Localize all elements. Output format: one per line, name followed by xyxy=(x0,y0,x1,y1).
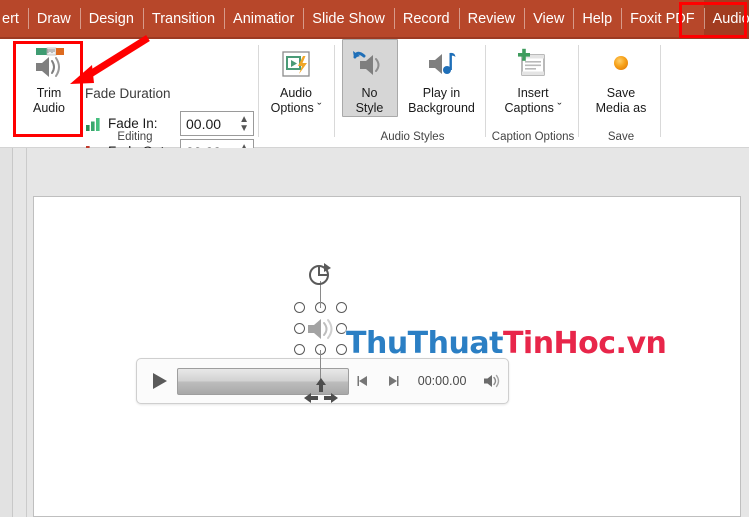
trim-audio-icon xyxy=(30,44,68,84)
trim-audio-button[interactable]: Trim Audio xyxy=(15,39,83,116)
ribbon-tab-bar: ert Draw Design Transition Animatior Sli… xyxy=(0,0,749,39)
group-separator xyxy=(485,45,486,137)
trim-audio-label-line1: Trim xyxy=(36,86,62,100)
pane-splitter[interactable] xyxy=(26,148,27,517)
tab-label: Foxit PDF xyxy=(630,10,695,27)
tab-label: View xyxy=(533,10,565,27)
no-style-icon xyxy=(352,44,388,84)
slide-thumbnail-pane[interactable] xyxy=(0,148,13,517)
tab-label: Transition xyxy=(151,10,216,27)
group-separator xyxy=(660,45,661,137)
selected-audio-object[interactable] xyxy=(294,263,347,403)
trim-audio-label-line2: Audio xyxy=(33,101,65,115)
watermark: ThuThuatTinHoc.vn xyxy=(346,326,667,361)
ribbon: Trim Audio Editing Fade Duration Fade In… xyxy=(0,39,749,164)
rotate-icon[interactable] xyxy=(307,262,334,293)
tab-label: Design xyxy=(88,10,134,27)
resize-handle-ne[interactable] xyxy=(336,302,347,313)
tab-label: Record xyxy=(402,10,450,27)
audio-options-label-line2: Options ˇ xyxy=(270,101,322,115)
play-icon[interactable] xyxy=(147,371,173,391)
audio-options-icon xyxy=(280,44,312,84)
tab-label: Slide Show xyxy=(312,10,385,27)
fade-duration-label: Fade Duration xyxy=(85,86,171,101)
step-back-icon[interactable] xyxy=(349,374,379,388)
save-media-as-button[interactable]: Save Media as xyxy=(579,39,663,116)
tab-design[interactable]: Design xyxy=(79,0,143,37)
tab-label: ert xyxy=(2,10,19,27)
tab-audio-format[interactable]: Audio Format xyxy=(703,0,749,37)
ribbon-group-save: Save Media as Save xyxy=(582,39,660,147)
tab-label: Audio Format xyxy=(712,10,749,27)
watermark-part2: TinHoc.vn xyxy=(502,326,667,361)
fade-in-row: Fade In: ▲▼ xyxy=(86,111,254,136)
insert-captions-icon xyxy=(515,44,551,84)
watermark-part1: ThuThuat xyxy=(346,326,503,361)
group-label-save: Save xyxy=(607,131,635,143)
volume-icon[interactable] xyxy=(477,372,508,390)
ribbon-group-audio-options: Audio Options ˇ xyxy=(262,39,330,147)
audio-time-display: 00:00.00 xyxy=(417,374,467,388)
no-style-label-line2: Style xyxy=(355,101,384,115)
fade-in-label: Fade In: xyxy=(108,116,158,131)
ribbon-group-audio-styles: No Style Play in Background Audio Styles xyxy=(340,39,485,147)
resize-handle-nw[interactable] xyxy=(294,302,305,313)
group-label-audio-options xyxy=(262,128,330,147)
resize-handle-sw[interactable] xyxy=(294,344,305,355)
fade-in-input[interactable] xyxy=(181,112,233,135)
resize-handle-w[interactable] xyxy=(294,323,305,334)
tab-foxit-pdf[interactable]: Foxit PDF xyxy=(621,0,703,37)
insert-captions-button[interactable]: Insert Captions ˇ xyxy=(491,39,575,116)
tab-record[interactable]: Record xyxy=(393,0,459,37)
tab-help[interactable]: Help xyxy=(573,0,621,37)
spinner-arrows[interactable]: ▲▼ xyxy=(239,112,249,135)
step-forward-icon[interactable] xyxy=(378,374,408,388)
tab-label: Help xyxy=(582,10,613,27)
save-media-icon xyxy=(606,44,636,84)
tab-label: Draw xyxy=(36,10,71,27)
tab-transition[interactable]: Transition xyxy=(142,0,224,37)
tab-animations[interactable]: Animatior xyxy=(224,0,303,37)
chevron-down-icon[interactable]: ˇ xyxy=(317,101,321,115)
powerpoint-window: ert Draw Design Transition Animatior Sli… xyxy=(0,0,749,517)
tab-review[interactable]: Review xyxy=(458,0,525,37)
fade-in-spinner[interactable]: ▲▼ xyxy=(180,111,254,136)
selection-handles xyxy=(294,302,347,355)
save-media-label-line1: Save xyxy=(606,86,636,100)
tab-insert[interactable]: ert xyxy=(0,0,28,37)
tab-label: Animatior xyxy=(233,10,295,27)
tab-view[interactable]: View xyxy=(524,0,573,37)
group-separator xyxy=(258,45,259,137)
tab-slide-show[interactable]: Slide Show xyxy=(303,0,394,37)
group-label-audio-styles: Audio Styles xyxy=(380,131,445,143)
tab-draw[interactable]: Draw xyxy=(27,0,80,37)
audio-options-button[interactable]: Audio Options ˇ xyxy=(262,39,330,116)
play-in-background-label-line2: Background xyxy=(408,101,475,115)
move-icon[interactable] xyxy=(304,378,338,409)
play-in-background-icon xyxy=(424,44,460,84)
ribbon-group-caption-options: Insert Captions ˇ Caption Options xyxy=(489,39,577,147)
play-in-background-label-line1: Play in xyxy=(422,86,461,100)
insert-captions-label-line1: Insert xyxy=(517,86,549,100)
save-media-label-line2: Media as xyxy=(595,101,647,115)
no-style-label-line1: No xyxy=(361,86,378,100)
tab-label: Review xyxy=(467,10,516,27)
insert-captions-label-line2: Captions ˇ xyxy=(504,101,562,115)
group-separator xyxy=(334,45,335,137)
audio-options-label-line1: Audio xyxy=(280,86,312,100)
chevron-down-icon[interactable]: ˇ xyxy=(557,101,561,115)
group-label-caption-options: Caption Options xyxy=(491,131,575,143)
play-in-background-button[interactable]: Play in Background xyxy=(400,39,484,116)
fade-in-icon xyxy=(86,117,100,131)
no-style-button[interactable]: No Style xyxy=(341,39,398,117)
